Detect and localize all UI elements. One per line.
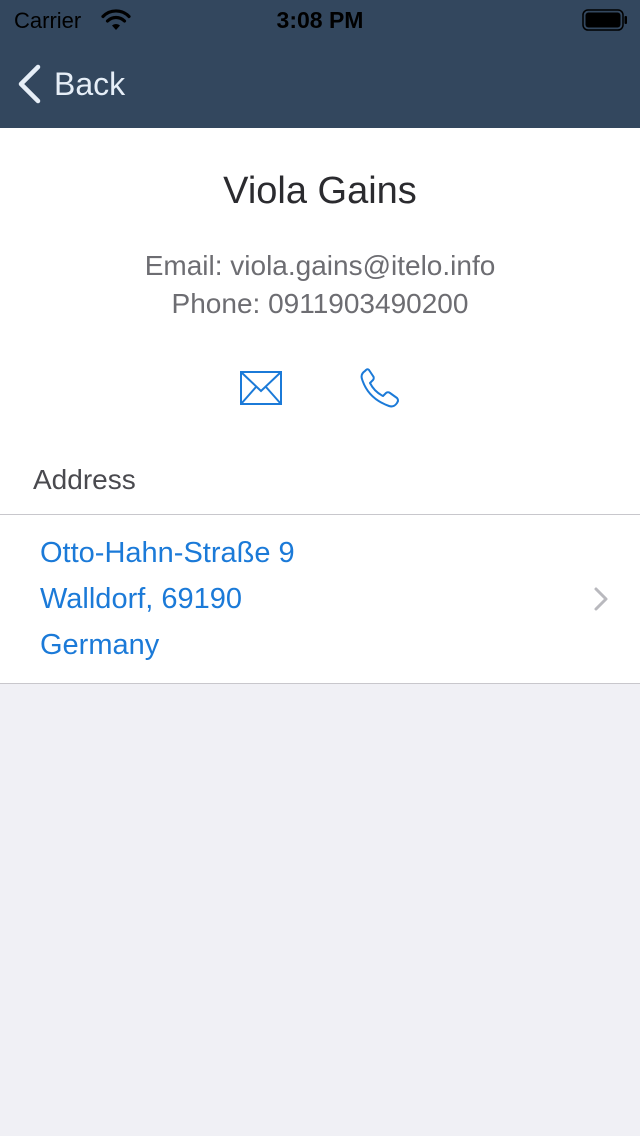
- status-bar: Carrier 3:08 PM: [0, 0, 640, 40]
- contact-header: Viola Gains Email: viola.gains@itelo.inf…: [0, 128, 640, 430]
- envelope-icon[interactable]: [237, 364, 285, 412]
- chevron-left-icon: [18, 64, 41, 104]
- contact-email: Email: viola.gains@itelo.info: [144, 250, 496, 281]
- back-label: Back: [54, 65, 126, 102]
- contact-phone: Phone: 0911903490200: [171, 288, 469, 319]
- navigation-bar: Carrier 3:08 PM Back: [0, 0, 640, 128]
- address-street: Otto-Hahn-Straße 9: [40, 537, 295, 569]
- back-button[interactable]: Back: [16, 64, 125, 104]
- address-section-title: Address: [33, 464, 136, 495]
- contact-name: Viola Gains: [223, 170, 417, 212]
- phone-icon[interactable]: [356, 364, 404, 412]
- chevron-right-icon: [594, 587, 608, 611]
- divider: [0, 683, 640, 684]
- status-time: 3:08 PM: [276, 7, 364, 33]
- battery-icon: [582, 9, 627, 31]
- address-country: Germany: [40, 629, 160, 661]
- address-city: Walldorf, 69190: [40, 583, 243, 615]
- address-cell[interactable]: Otto-Hahn-Straße 9 Walldorf, 69190 Germa…: [0, 515, 640, 683]
- address-section-header: Address: [0, 430, 640, 514]
- nav-header: Back: [0, 40, 640, 128]
